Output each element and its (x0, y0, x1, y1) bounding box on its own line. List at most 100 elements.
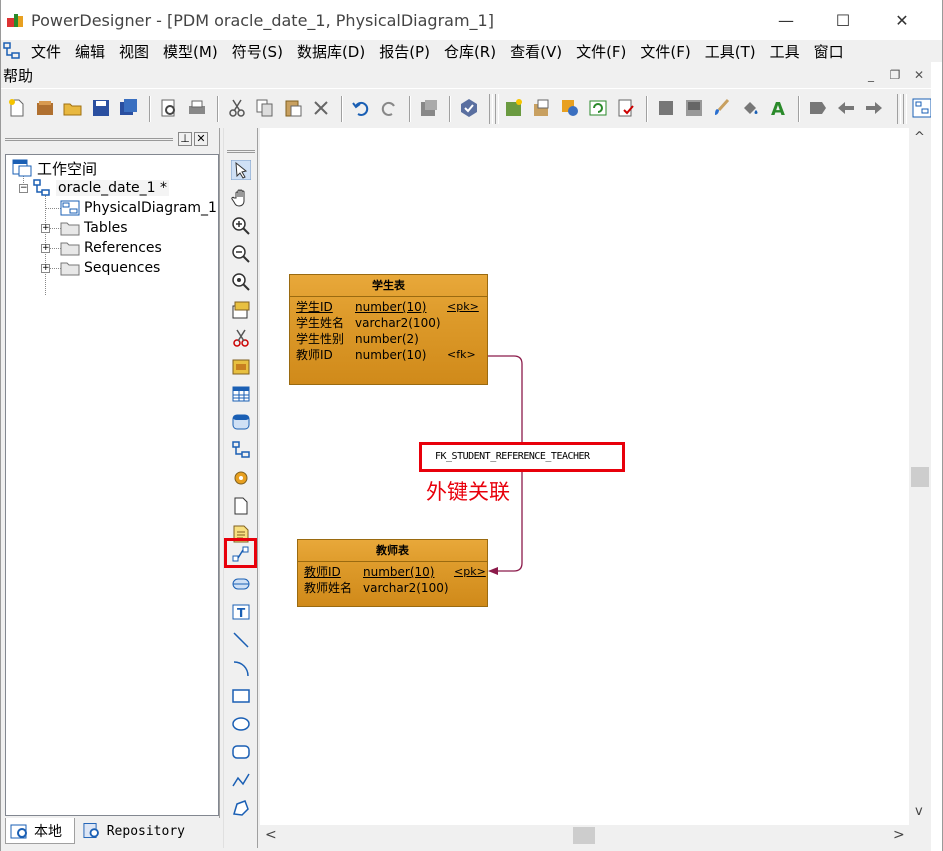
reference-tool-icon[interactable] (231, 440, 251, 460)
maximize-button[interactable]: ☐ (820, 0, 866, 40)
scroll-left-arrow[interactable]: < (265, 827, 277, 843)
grabber-hand-icon[interactable] (231, 188, 251, 208)
diagram-canvas[interactable]: 学生表 学生ID number(10) <pk> 学生姓名 varchar2(1… (260, 128, 909, 825)
horizontal-scroll-thumb[interactable] (573, 827, 595, 844)
tree-node-references[interactable]: References (60, 238, 162, 258)
new-diagram-icon[interactable] (504, 98, 524, 118)
text-tool-icon[interactable]: T (231, 602, 251, 622)
package-icon[interactable] (231, 356, 251, 376)
menu-edit[interactable]: 编辑 (68, 41, 112, 62)
generate-report-icon[interactable] (616, 98, 636, 118)
minimize-button[interactable]: — (763, 0, 809, 40)
menu-symbol[interactable]: 符号(S) (225, 41, 290, 62)
menu-view[interactable]: 视图 (112, 41, 156, 62)
fill-color-icon[interactable] (740, 98, 760, 118)
model-menu-icon[interactable] (2, 41, 24, 61)
horizontal-scrollbar[interactable]: < > (260, 825, 909, 848)
tree-node-model[interactable]: oracle_date_1 * (32, 178, 170, 198)
print-icon[interactable] (187, 98, 207, 118)
reference-link-icon[interactable] (231, 544, 251, 564)
check-model-icon[interactable] (459, 98, 479, 118)
menu-database[interactable]: 数据库(D) (290, 41, 372, 62)
menu-tools-t[interactable]: 工具(T) (698, 41, 763, 62)
student-table[interactable]: 学生表 学生ID number(10) <pk> 学生姓名 varchar2(1… (289, 274, 488, 385)
panel-close-button[interactable]: ✕ (194, 132, 208, 146)
paste-icon[interactable] (283, 98, 303, 118)
menu-repository[interactable]: 仓库(R) (437, 41, 503, 62)
cut-icon[interactable] (227, 98, 247, 118)
menu-model[interactable]: 模型(M) (156, 41, 225, 62)
print-preview-icon[interactable] (159, 98, 179, 118)
reference-name-label[interactable]: FK_STUDENT_REFERENCE_TEACHER (419, 442, 625, 472)
redo-icon[interactable] (379, 98, 399, 118)
open-icon[interactable] (63, 98, 83, 118)
panel-grip[interactable] (5, 138, 173, 141)
import-icon[interactable] (532, 98, 552, 118)
zoom-in-icon[interactable] (231, 216, 251, 236)
display-preferences-icon[interactable] (684, 98, 704, 118)
menu-window[interactable]: 窗口 (807, 41, 851, 62)
tab-local[interactable]: 本地 (5, 818, 75, 844)
shape-icon[interactable] (808, 98, 828, 118)
delete-icon[interactable] (311, 98, 331, 118)
tree-node-tables[interactable]: Tables (60, 218, 128, 238)
scroll-up-arrow[interactable]: ^ (914, 130, 925, 145)
undo-icon[interactable] (351, 98, 371, 118)
expand-sequences-toggle[interactable]: + (41, 264, 50, 273)
tree-node-sequences[interactable]: Sequences (60, 258, 160, 278)
menu-report[interactable]: 报告(P) (372, 41, 437, 62)
mdi-close-button[interactable]: ✕ (910, 67, 928, 83)
polyline-tool-icon[interactable] (231, 770, 251, 790)
menu-file-f-2[interactable]: 文件(F) (633, 41, 697, 62)
menu-inspect[interactable]: 查看(V) (503, 41, 569, 62)
palette-grip[interactable] (227, 150, 255, 153)
close-button[interactable]: ✕ (879, 0, 925, 40)
tree-node-diagram[interactable]: PhysicalDiagram_1 (60, 198, 217, 218)
link-tool-icon[interactable] (231, 574, 251, 594)
collapse-model-toggle[interactable]: − (19, 184, 28, 193)
tab-repository[interactable]: Repository (79, 818, 189, 844)
ellipse-tool-icon[interactable] (231, 714, 251, 734)
line-tool-icon[interactable] (231, 630, 251, 650)
polygon-tool-icon[interactable] (231, 798, 251, 818)
zoom-out-icon[interactable] (231, 244, 251, 264)
rounded-rectangle-tool-icon[interactable] (231, 742, 251, 762)
view-tool-icon[interactable] (231, 412, 251, 432)
properties-icon[interactable] (419, 98, 439, 118)
rectangle-tool-icon[interactable] (231, 686, 251, 706)
font-icon[interactable]: A (768, 98, 788, 120)
save-all-icon[interactable] (119, 98, 139, 118)
reference-line[interactable] (260, 128, 909, 825)
back-icon[interactable] (836, 98, 856, 118)
pin-button[interactable]: ⊥ (178, 132, 192, 146)
copy-icon[interactable] (255, 98, 275, 118)
procedure-icon[interactable] (231, 468, 251, 488)
vertical-scrollbar[interactable]: ^ v (909, 128, 931, 825)
expand-references-toggle[interactable]: + (41, 244, 50, 253)
expand-tables-toggle[interactable]: + (41, 224, 50, 233)
arc-tool-icon[interactable] (231, 658, 251, 678)
tree-node-workspace[interactable]: 工作空间 (11, 158, 97, 178)
pointer-icon[interactable] (230, 159, 252, 181)
new-icon[interactable] (7, 98, 27, 118)
forward-icon[interactable] (864, 98, 884, 118)
save-icon[interactable] (91, 98, 111, 118)
cut-tool-icon[interactable] (231, 328, 251, 348)
menu-tools[interactable]: 工具 (763, 41, 807, 62)
mdi-minimize-button[interactable]: _ (862, 67, 880, 83)
menu-help[interactable]: 帮助 (3, 65, 33, 86)
brush-icon[interactable] (712, 98, 732, 118)
new-model-icon[interactable] (35, 98, 55, 118)
mdi-restore-button[interactable]: ❐ (886, 67, 904, 83)
menu-file[interactable]: 文件 (24, 41, 68, 62)
reverse-engineer-icon[interactable] (560, 98, 580, 118)
scroll-right-arrow[interactable]: > (893, 827, 905, 843)
menu-file-f[interactable]: 文件(F) (569, 41, 633, 62)
group-icon[interactable] (656, 98, 676, 118)
file-icon[interactable] (231, 496, 251, 516)
scroll-down-arrow[interactable]: v (915, 804, 923, 819)
open-package-icon[interactable] (231, 300, 251, 320)
vertical-scroll-thumb[interactable] (911, 467, 929, 487)
table-tool-icon[interactable] (231, 384, 251, 404)
model-browser-icon[interactable] (912, 98, 932, 118)
